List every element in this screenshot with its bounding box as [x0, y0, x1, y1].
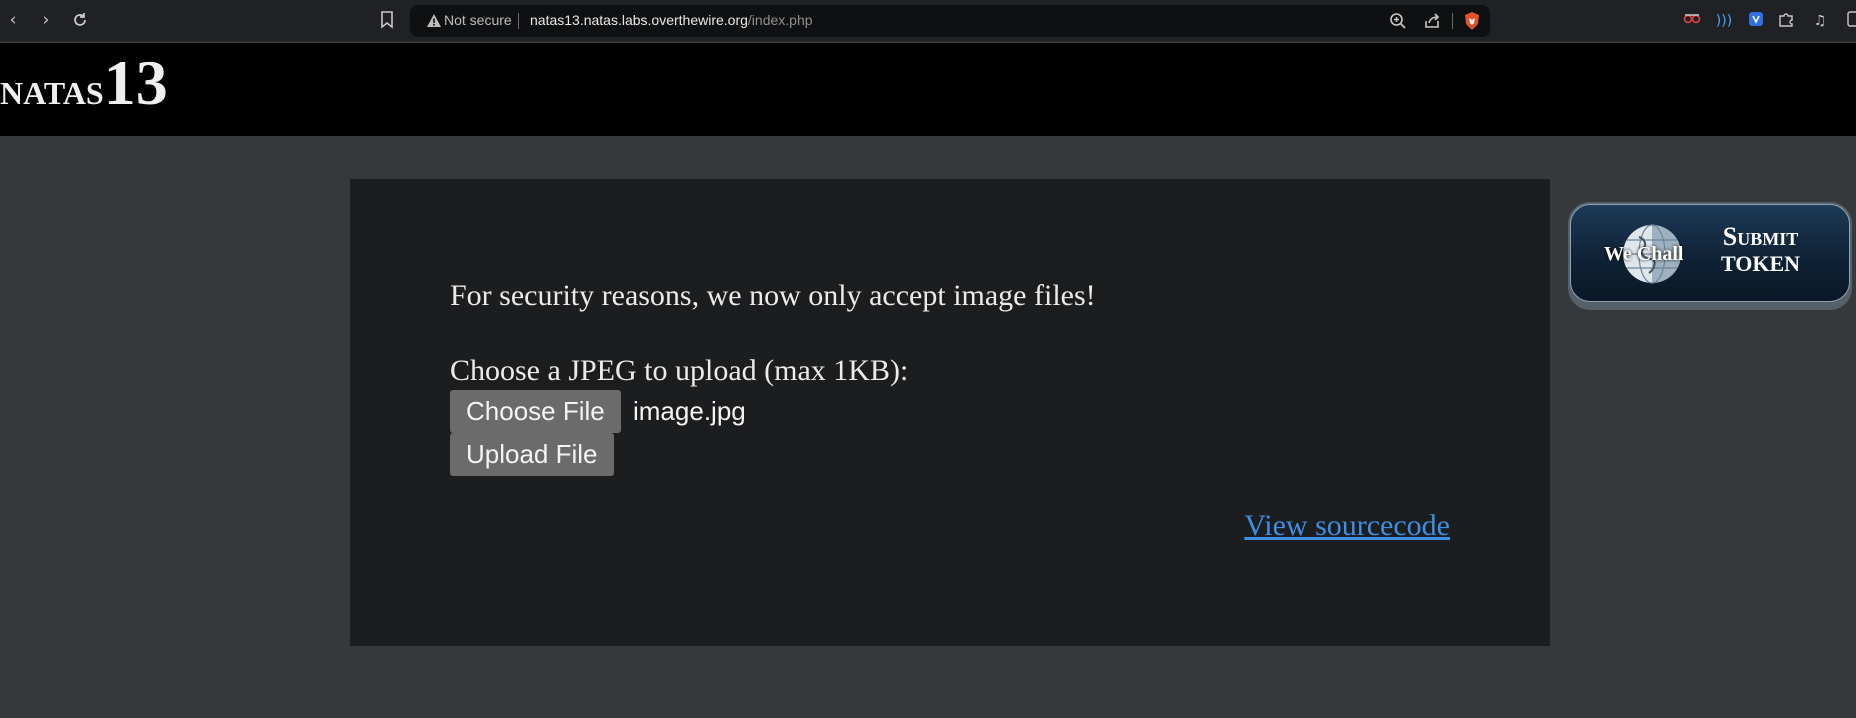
address-divider-2: [1452, 13, 1453, 29]
zoom-icon[interactable]: [1388, 11, 1408, 31]
address-divider: [518, 13, 519, 29]
brave-shield-icon[interactable]: [1462, 11, 1482, 31]
view-sourcecode-link[interactable]: View sourcecode: [1244, 509, 1450, 543]
wechall-submit-token-button[interactable]: We Chall Submit TOKEN: [1568, 202, 1852, 310]
content-panel: For security reasons, we now only accept…: [350, 179, 1550, 646]
submit-label: Submit: [1722, 222, 1799, 251]
token-label: TOKEN: [1721, 250, 1801, 276]
media-icon[interactable]: ♫: [1810, 11, 1830, 31]
logo-name: natas: [0, 63, 104, 114]
forward-icon[interactable]: ›: [35, 9, 57, 31]
logo-number: 13: [103, 47, 168, 118]
submit-token-label: Submit TOKEN: [1721, 222, 1801, 276]
security-message: For security reasons, we now only accept…: [450, 279, 1096, 312]
extension-glasses-icon[interactable]: [1682, 11, 1702, 31]
url-text[interactable]: natas13.natas.labs.overthewire.org/index…: [530, 12, 813, 28]
security-label[interactable]: Not secure: [444, 12, 512, 28]
warning-icon[interactable]: [426, 13, 442, 29]
wechall-label: We Chall: [1604, 243, 1684, 265]
browser-toolbar: ‹ › Not secure natas13.natas.labs.overth…: [0, 0, 1856, 42]
page-header: natas13: [0, 43, 1856, 136]
url-path: /index.php: [747, 12, 813, 28]
reload-icon[interactable]: [69, 9, 91, 31]
bookmark-icon[interactable]: [377, 9, 397, 31]
wechall-badge-face: We Chall Submit TOKEN: [1570, 204, 1850, 302]
back-icon[interactable]: ‹: [2, 9, 24, 31]
upload-prompt: Choose a JPEG to upload (max 1KB):: [450, 354, 909, 387]
selected-file-name: image.jpg: [633, 396, 746, 426]
upload-file-button[interactable]: Upload File: [450, 433, 614, 476]
url-host: natas13.natas.labs.overthewire.org: [530, 12, 748, 28]
puzzle-icon[interactable]: [1776, 11, 1796, 31]
extension-shield-icon[interactable]: [1746, 11, 1766, 31]
site-logo: natas13: [0, 51, 168, 115]
sidebar-icon[interactable]: [1844, 11, 1856, 31]
choose-file-button[interactable]: Choose File: [450, 390, 621, 433]
address-bar[interactable]: Not secure natas13.natas.labs.overthewir…: [410, 5, 1490, 37]
share-icon[interactable]: [1422, 11, 1442, 31]
extension-audio-icon[interactable]: ))): [1714, 11, 1734, 31]
